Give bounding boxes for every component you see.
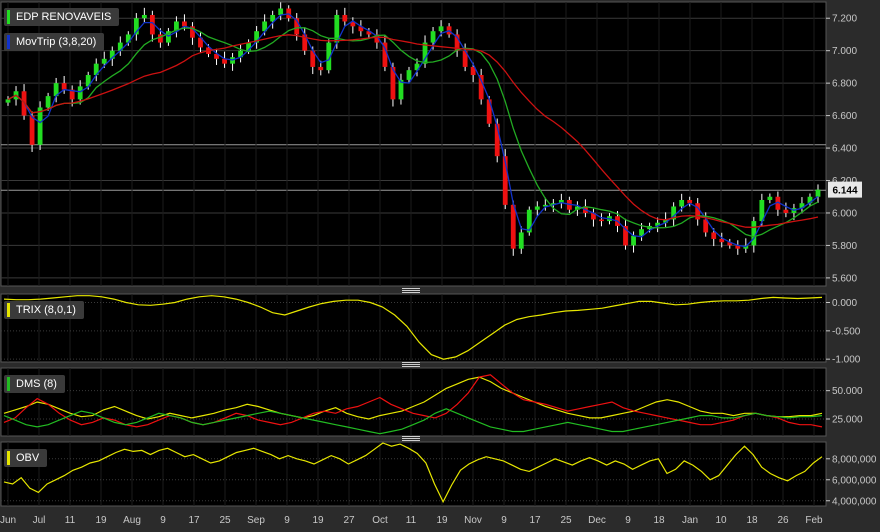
chart-canvas[interactable]: 5.6005.8006.0006.2006.4006.6006.8007.000… <box>0 0 880 532</box>
time-tick-label: 9 <box>160 515 166 526</box>
legend-swatch <box>7 35 10 49</box>
time-tick-label: 9 <box>625 515 631 526</box>
candle-down <box>342 14 348 22</box>
candle-down <box>318 66 324 71</box>
time-tick-label: 9 <box>501 515 507 526</box>
panel-splitter-handle[interactable] <box>402 288 420 293</box>
legend-swatch <box>7 451 10 465</box>
time-tick-label: Feb <box>805 515 823 526</box>
candle-up <box>5 99 11 103</box>
candle-up <box>278 8 284 15</box>
legend-obv-label: OBV <box>16 452 40 464</box>
candle-down <box>478 75 484 100</box>
candle-up <box>45 96 51 108</box>
candle-up <box>101 58 107 64</box>
time-tick-label: 9 <box>284 515 290 526</box>
legend-instrument-label: EDP RENOVAVEIS <box>16 11 112 23</box>
time-tick-label: 17 <box>529 515 541 526</box>
obv-tick-label: 6,000,000 <box>832 475 877 486</box>
panel-plot-area <box>0 367 827 437</box>
time-tick-label: 10 <box>715 515 727 526</box>
candle-up <box>518 232 524 249</box>
candle-down <box>182 21 187 27</box>
time-tick-label: 19 <box>95 515 107 526</box>
candle-up <box>406 70 412 80</box>
candle-down <box>510 204 516 249</box>
last-price-label: 6.144 <box>832 186 857 197</box>
price-tick-label: 7.000 <box>832 46 857 57</box>
legend-swatch <box>7 10 10 24</box>
legend-trix-label: TRIX (8,0,1) <box>16 304 76 316</box>
dms-tick-label: 50.000 <box>832 386 863 397</box>
price-tick-label: 6.800 <box>832 79 857 90</box>
candle-up <box>679 199 685 207</box>
candle-up <box>438 26 444 32</box>
panel-plot-area <box>0 293 827 363</box>
panel-plot-area <box>0 1 827 287</box>
candle-up <box>534 206 540 210</box>
legend-swatch <box>7 377 10 391</box>
time-tick-label: Jan <box>682 515 698 526</box>
time-tick-label: 18 <box>746 515 758 526</box>
panel-splitter-handle[interactable] <box>402 436 420 441</box>
time-tick-label: Aug <box>123 515 141 526</box>
legend-trix: TRIX (8,0,1) <box>4 301 84 319</box>
time-tick-label: 11 <box>406 515 417 526</box>
time-tick-label: 25 <box>219 515 231 526</box>
legend-instrument: EDP RENOVAVEIS <box>4 8 120 26</box>
price-tick-label: 5.600 <box>832 273 857 284</box>
time-tick-label: 17 <box>188 515 200 526</box>
time-tick-label: Jun <box>0 515 16 526</box>
legend-dms: DMS (8) <box>4 375 65 393</box>
time-tick-label: 18 <box>653 515 665 526</box>
candle-up <box>751 221 757 246</box>
candle-up <box>37 107 43 145</box>
time-tick-label: Dec <box>588 515 606 526</box>
trix-tick-label: -0.500 <box>832 326 861 337</box>
candle-down <box>599 219 604 222</box>
price-tick-label: 6.000 <box>832 208 857 219</box>
obv-tick-label: 8,000,000 <box>832 454 877 465</box>
trix-tick-label: 0.000 <box>832 298 857 309</box>
time-tick-label: 19 <box>436 515 448 526</box>
candle-down <box>29 115 35 145</box>
candle-down <box>711 232 717 239</box>
time-tick-label: Sep <box>247 515 265 526</box>
time-tick-label: Oct <box>372 515 388 526</box>
legend-dms-label: DMS (8) <box>16 378 57 390</box>
legend-obv: OBV <box>4 449 48 467</box>
legend-movtrip-label: MovTrip (3,8,20) <box>16 36 97 48</box>
candle-down <box>61 83 67 90</box>
time-tick-label: Jul <box>33 515 46 526</box>
candle-up <box>631 235 636 246</box>
candle-up <box>430 31 436 43</box>
time-tick-label: Nov <box>464 515 482 526</box>
price-tick-label: 5.800 <box>832 241 857 252</box>
candle-up <box>767 196 773 200</box>
price-tick-label: 6.400 <box>832 144 857 155</box>
dms-tick-label: 25.000 <box>832 415 863 426</box>
time-tick-label: 19 <box>312 515 324 526</box>
legend-swatch <box>7 303 10 317</box>
candle-up <box>141 14 147 19</box>
panel-splitter-handle[interactable] <box>402 362 420 367</box>
legend-movtrip: MovTrip (3,8,20) <box>4 33 105 51</box>
price-tick-label: 7.200 <box>832 14 857 25</box>
time-tick-label: 11 <box>65 515 76 526</box>
time-tick-label: 26 <box>777 515 789 526</box>
price-tick-label: 6.600 <box>832 111 857 122</box>
time-tick-label: 27 <box>343 515 355 526</box>
obv-tick-label: 4,000,000 <box>832 496 877 507</box>
trix-tick-label: -1.000 <box>832 355 861 366</box>
candle-up <box>77 86 83 100</box>
candle-up <box>815 189 821 197</box>
time-tick-label: 25 <box>560 515 572 526</box>
candle-down <box>783 209 789 213</box>
